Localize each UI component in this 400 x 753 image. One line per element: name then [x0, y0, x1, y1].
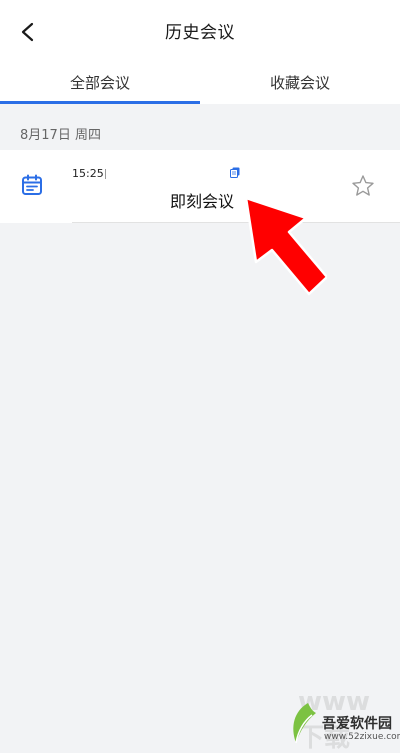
meeting-time: 15:25	[72, 167, 104, 180]
tab-label: 全部会议	[69, 74, 130, 92]
tab-bar: 全部会议 收藏会议	[0, 62, 400, 104]
leaf-logo-icon	[293, 703, 316, 744]
calendar-icon	[22, 174, 42, 195]
watermark: www下载 吾爱软件园 www.52zixue.com	[284, 687, 400, 753]
copy-icon[interactable]	[230, 167, 240, 178]
annotation-arrow	[244, 198, 327, 296]
top-bar: 历史会议	[0, 0, 400, 62]
list-item[interactable]: 15:25 即刻会议	[0, 150, 400, 223]
watermark-site-name: 吾爱软件园	[322, 716, 392, 732]
tab-favorite-meetings[interactable]: 收藏会议	[200, 62, 400, 104]
page-title: 历史会议	[165, 23, 235, 43]
watermark-url: www.52zixue.com	[324, 732, 400, 742]
time-separator	[105, 169, 106, 179]
date-group-header: 8月17日 周四	[20, 128, 101, 143]
tab-all-meetings[interactable]: 全部会议	[0, 62, 200, 104]
star-icon[interactable]	[351, 174, 375, 198]
tab-label: 收藏会议	[269, 74, 330, 92]
active-tab-indicator	[0, 101, 200, 104]
